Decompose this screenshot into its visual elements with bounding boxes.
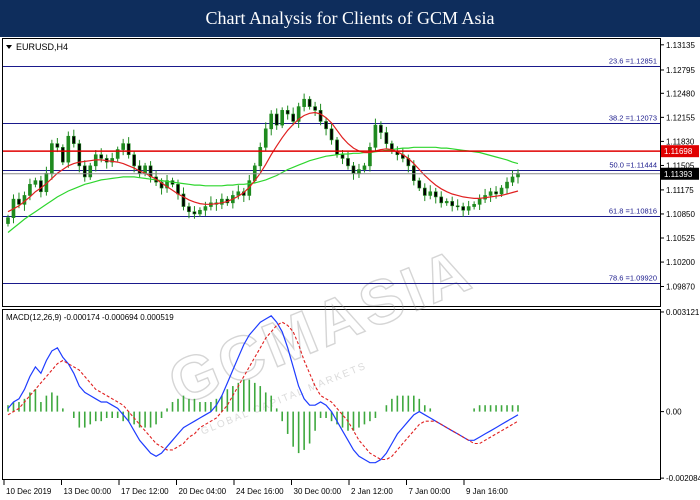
candle-body xyxy=(192,211,197,215)
candle-body xyxy=(121,143,125,150)
candle-body xyxy=(198,209,202,215)
candle-body xyxy=(66,135,71,163)
candle-body xyxy=(357,169,361,174)
resistance-price-label: 1.11698 xyxy=(664,147,693,156)
candle-body xyxy=(472,204,476,207)
candle-body xyxy=(313,106,317,111)
fib-level-label: 50.0 =1.11444 xyxy=(609,161,657,170)
candle-body xyxy=(263,128,268,148)
x-tick-label: 2 Jan 12:00 xyxy=(351,487,393,496)
candle-body xyxy=(33,180,38,185)
candle-body xyxy=(499,187,504,195)
page-title: Chart Analysis for Clients of GCM Asia xyxy=(0,0,700,37)
candle-body xyxy=(510,176,515,183)
candle-body xyxy=(351,165,356,174)
y-tick-label: 1.11175 xyxy=(666,186,694,195)
candle-body xyxy=(137,165,142,174)
candle-body xyxy=(291,113,295,122)
candle-body xyxy=(274,113,279,126)
candle-body xyxy=(335,139,339,156)
candle-body xyxy=(505,181,509,189)
candle-body xyxy=(373,124,378,148)
candle-body xyxy=(324,121,328,130)
candle-body xyxy=(307,98,312,107)
y-tick-label: 1.09870 xyxy=(666,282,695,291)
y-tick-label: 1.10525 xyxy=(666,234,695,243)
y-tick-label: 1.12155 xyxy=(666,113,695,122)
candle-body xyxy=(71,135,76,144)
y-tick-label: 1.10200 xyxy=(666,258,695,267)
fib-level-label: 38.2 =1.12073 xyxy=(609,114,657,123)
candle-body xyxy=(362,165,367,170)
y-tick-label: 1.10850 xyxy=(666,210,695,219)
candle-body xyxy=(477,198,482,205)
candle-body xyxy=(17,198,21,205)
fib-level-label: 23.6 =1.12851 xyxy=(609,57,657,66)
candle-body xyxy=(187,206,191,213)
macd-label: MACD(12,26,9) -0.000174 -0.000694 0.0005… xyxy=(6,313,174,322)
x-tick-label: 30 Dec 00:00 xyxy=(294,487,342,496)
candle-body xyxy=(318,110,323,122)
chart-symbol-label: EURUSD,H4 xyxy=(16,42,68,52)
x-tick-label: 17 Dec 12:00 xyxy=(121,487,169,496)
x-tick-label: 13 Dec 00:00 xyxy=(64,487,112,496)
candle-body xyxy=(28,184,32,196)
chart-area: GCMASIA GLOBAL CAPITAL MARKETS EURUSD,H4… xyxy=(2,38,700,496)
candle-body xyxy=(132,154,136,167)
macd-y-tick-label: 0.003121 xyxy=(666,308,700,317)
macd-y-tick-label: 0.00 xyxy=(666,408,682,417)
candle-body xyxy=(203,206,208,211)
candle-body xyxy=(488,191,493,196)
y-tick-label: 1.12795 xyxy=(666,66,695,75)
candle-body xyxy=(50,143,54,174)
current-price-label: 1.11393 xyxy=(664,170,693,179)
candle-body xyxy=(329,128,334,141)
x-tick-label: 10 Dec 2019 xyxy=(6,487,52,496)
y-tick-label: 1.11830 xyxy=(666,137,695,146)
candle-body xyxy=(126,143,131,156)
fib-level-label: 61.8 =1.10816 xyxy=(609,207,657,216)
price-panel-frame xyxy=(2,38,661,307)
x-tick-label: 7 Jan 00:00 xyxy=(409,487,451,496)
candle-body xyxy=(466,206,471,211)
candle-body xyxy=(258,147,263,167)
y-tick-label: 1.13135 xyxy=(666,41,695,50)
candle-body xyxy=(280,110,285,126)
candle-body xyxy=(444,201,449,204)
x-tick-label: 24 Dec 16:00 xyxy=(236,487,284,496)
candle-body xyxy=(417,180,422,189)
candle-body xyxy=(368,147,372,167)
candle-body xyxy=(455,205,460,208)
candle-body xyxy=(433,191,438,198)
candle-body xyxy=(6,217,10,224)
candle-body xyxy=(411,165,416,181)
x-tick-label: 20 Dec 04:00 xyxy=(179,487,227,496)
candle-body xyxy=(82,165,87,178)
candle-body xyxy=(176,184,180,195)
y-tick-label: 1.12480 xyxy=(666,89,695,98)
candle-body xyxy=(494,191,498,195)
candle-body xyxy=(285,110,290,115)
candle-body xyxy=(346,158,350,167)
candle-body xyxy=(439,196,444,204)
candle-body xyxy=(302,98,306,107)
candle-body xyxy=(461,206,465,211)
fib-level-label: 78.6 =1.09920 xyxy=(609,274,657,283)
candle-body xyxy=(99,154,104,159)
candle-body xyxy=(340,154,345,159)
candle-body xyxy=(88,165,93,178)
candle-body xyxy=(450,201,455,207)
x-tick-label: 9 Jan 16:00 xyxy=(466,487,508,496)
candle-body xyxy=(384,132,389,144)
candle-body xyxy=(39,180,43,193)
candle-body xyxy=(269,113,274,130)
candle-body xyxy=(55,143,60,148)
candle-body xyxy=(379,124,383,133)
candle-body xyxy=(61,147,65,163)
candle-body xyxy=(422,187,427,196)
candle-body xyxy=(428,191,433,196)
macd-y-tick-label: -0.002084 xyxy=(666,474,700,483)
